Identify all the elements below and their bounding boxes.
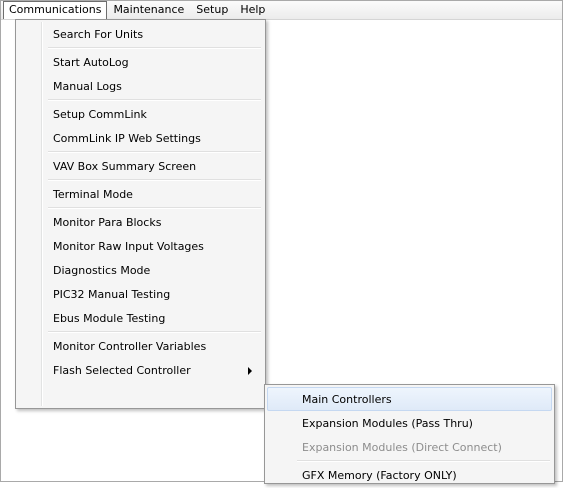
menu-help[interactable]: Help <box>234 1 271 19</box>
communications-dropdown: Search For Units Start AutoLog Manual Lo… <box>15 19 266 409</box>
menu-item-manual-logs[interactable]: Manual Logs <box>18 74 263 98</box>
menu-item-label: Flash Selected Controller <box>53 364 191 377</box>
menu-item-start-autolog[interactable]: Start AutoLog <box>18 50 263 74</box>
menu-item-expansion-modules-direct-connect: Expansion Modules (Direct Connect) <box>302 441 502 454</box>
menu-item-monitor-controller-variables[interactable]: Monitor Controller Variables <box>18 334 263 358</box>
menu-separator <box>48 99 261 101</box>
menu-separator <box>48 207 261 209</box>
menu-separator <box>48 47 261 49</box>
submenu-arrow-icon <box>248 367 252 375</box>
menu-item-ebus-module-testing[interactable]: Ebus Module Testing <box>18 306 263 330</box>
menu-setup[interactable]: Setup <box>190 1 234 19</box>
menu-item-main-controllers[interactable]: Main Controllers <box>267 387 552 411</box>
menu-separator <box>48 331 261 333</box>
menu-communications[interactable]: Communications <box>3 1 108 19</box>
menu-item-commlink-ip-web-settings[interactable]: CommLink IP Web Settings <box>18 126 263 150</box>
menu-item-search-for-units[interactable]: Search For Units <box>18 22 263 46</box>
main-window: Communications Maintenance Setup Help Se… <box>0 0 563 484</box>
menu-item-diagnostics-mode[interactable]: Diagnostics Mode <box>18 258 263 282</box>
menu-separator <box>48 151 261 153</box>
menu-item-gfx-memory[interactable]: GFX Memory (Factory ONLY) <box>267 463 552 487</box>
menu-item-pic32-manual-testing[interactable]: PIC32 Manual Testing <box>18 282 263 306</box>
menu-separator <box>297 460 550 462</box>
menu-item-setup-commlink[interactable]: Setup CommLink <box>18 102 263 126</box>
menu-separator <box>48 179 261 181</box>
menubar: Communications Maintenance Setup Help <box>1 1 562 20</box>
menu-maintenance[interactable]: Maintenance <box>107 1 190 19</box>
menu-item-terminal-mode[interactable]: Terminal Mode <box>18 182 263 206</box>
menu-item-monitor-raw-input-voltages[interactable]: Monitor Raw Input Voltages <box>18 234 263 258</box>
menu-item-monitor-para-blocks[interactable]: Monitor Para Blocks <box>18 210 263 234</box>
flash-controller-submenu: Main Controllers Expansion Modules (Pass… <box>264 384 555 484</box>
menu-item-flash-selected-controller[interactable]: Flash Selected Controller <box>18 358 263 382</box>
menu-item-vav-box-summary-screen[interactable]: VAV Box Summary Screen <box>18 154 263 178</box>
menu-item-expansion-modules-pass-thru[interactable]: Expansion Modules (Pass Thru) <box>267 411 552 435</box>
